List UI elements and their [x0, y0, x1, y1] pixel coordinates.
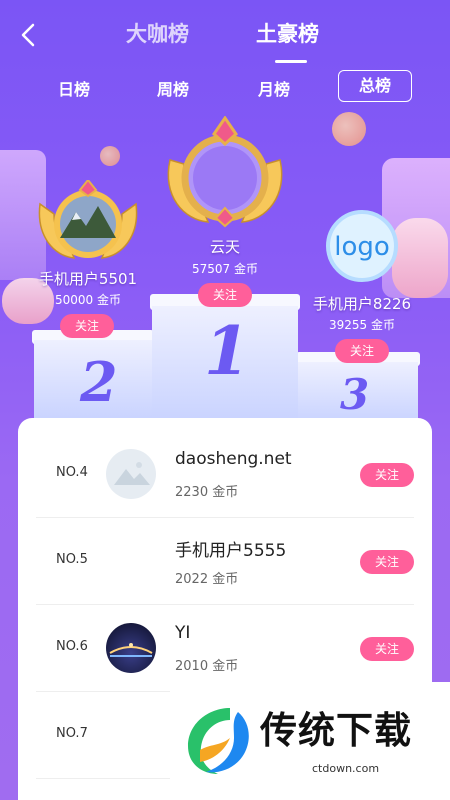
- night-bridge-icon: [109, 643, 153, 657]
- user-name: 手机用户5555: [175, 541, 287, 561]
- follow-button-2[interactable]: 关注: [60, 314, 114, 338]
- user-coins: 2010 金币: [175, 659, 239, 674]
- user-coins: 2022 金币: [175, 572, 239, 587]
- podium-name-3: 手机用户8226: [312, 295, 412, 313]
- period-tab-day[interactable]: 日榜: [58, 76, 90, 100]
- follow-button[interactable]: 关注: [360, 463, 414, 487]
- header: 大咖榜 土豪榜 日榜 周榜 月榜 总榜: [0, 0, 450, 102]
- rank-number: NO.4: [56, 465, 88, 480]
- follow-button-3[interactable]: 关注: [335, 339, 389, 363]
- podium-coins-2: 50000 金币: [55, 293, 121, 307]
- avatar-3: logo: [326, 210, 398, 282]
- coin-decoration: [332, 112, 366, 146]
- user-name: daosheng.net: [175, 449, 292, 469]
- podium-coins-1: 57507 金币: [192, 262, 258, 276]
- tab-big-shot[interactable]: 大咖榜: [126, 18, 189, 48]
- watermark-title: 传统下载: [260, 709, 412, 752]
- podium-coins-3: 39255 金币: [329, 318, 395, 332]
- tab-rich[interactable]: 土豪榜: [256, 18, 319, 48]
- follow-button[interactable]: 关注: [360, 637, 414, 661]
- follow-button[interactable]: 关注: [360, 550, 414, 574]
- podium-name-1: 云天: [209, 238, 240, 256]
- mountain-icon: [114, 462, 150, 485]
- coin-decoration: [100, 146, 120, 166]
- crown-frame-1: [167, 116, 283, 228]
- list-item[interactable]: NO.6 YI 2010 金币 关注: [36, 605, 414, 692]
- user-name: YI: [175, 623, 191, 643]
- period-tab-week[interactable]: 周榜: [157, 76, 189, 100]
- active-tab-indicator: [275, 60, 307, 63]
- rank-number: NO.6: [56, 639, 88, 654]
- list-item[interactable]: NO.4 daosheng.net 2230 金币 关注: [36, 431, 414, 518]
- podium-number-2: 2: [80, 350, 118, 414]
- podium-name-2: 手机用户5501: [38, 270, 138, 288]
- avatar-logo-text: logo: [334, 232, 390, 262]
- hand-right-decoration: [392, 218, 448, 298]
- avatar: [106, 449, 156, 499]
- follow-button-1[interactable]: 关注: [198, 283, 252, 307]
- podium-number-3: 3: [340, 370, 370, 419]
- period-tab-month[interactable]: 月榜: [258, 76, 290, 100]
- list-item[interactable]: NO.5 手机用户5555 2022 金币 关注: [36, 518, 414, 605]
- watermark-url: ctdown.com: [312, 762, 380, 775]
- period-tab-total[interactable]: 总榜: [338, 70, 412, 102]
- rank-number: NO.5: [56, 552, 88, 567]
- back-arrow-icon[interactable]: [14, 20, 44, 50]
- podium-number-1: 1: [204, 312, 250, 390]
- user-coins: 2230 金币: [175, 485, 239, 500]
- avatar: [106, 623, 156, 673]
- rank-number: NO.7: [56, 726, 88, 741]
- watermark-logo-icon: [188, 708, 249, 774]
- crown-avatar-2: [38, 180, 138, 259]
